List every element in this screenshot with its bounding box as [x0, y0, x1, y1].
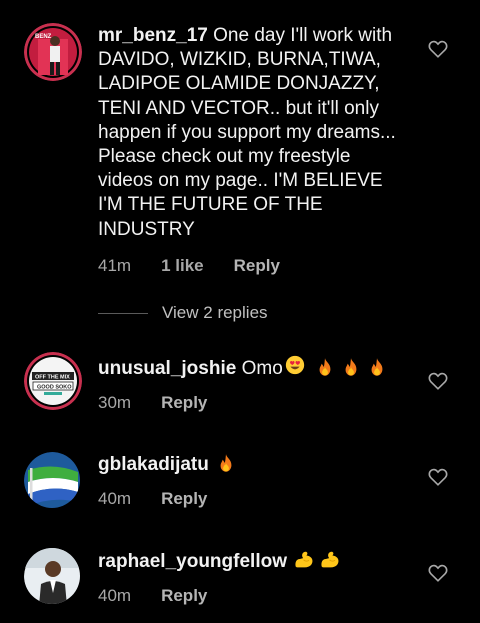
like-heart-icon[interactable]	[428, 40, 448, 58]
view-replies-label: View 2 replies	[162, 303, 268, 322]
comment-text: unusual_joshie Omo	[98, 355, 408, 381]
avatar[interactable]	[24, 548, 80, 604]
fire-emoji-icon	[216, 453, 236, 473]
username[interactable]: raphael_youngfellow	[98, 551, 287, 572]
timestamp: 40m	[98, 586, 132, 606]
comment-meta: 41m 1 like Reply	[98, 254, 408, 278]
timestamp: 30m	[98, 393, 132, 413]
flexed-biceps-emoji-icon	[320, 549, 344, 571]
comment-meta: 30m Reply	[98, 391, 408, 415]
fire-emoji-icon	[341, 357, 361, 377]
like-heart-icon[interactable]	[428, 468, 448, 486]
avatar[interactable]: BENZ	[24, 23, 82, 81]
fire-emoji-icon	[315, 357, 335, 377]
comment-text: gblakadijatu	[98, 453, 408, 477]
comment-body	[287, 551, 292, 572]
avatar-text-1: OFF THE MIX	[35, 375, 70, 381]
flexed-biceps-emoji-icon	[294, 549, 318, 571]
avatar[interactable]	[24, 452, 80, 508]
comment-body: Omo	[236, 358, 283, 379]
comment-meta: 40m Reply	[98, 487, 408, 511]
username[interactable]: unusual_joshie	[98, 358, 236, 379]
reply-button[interactable]: Reply	[161, 489, 207, 509]
like-heart-icon[interactable]	[428, 564, 448, 582]
comment-text: raphael_youngfellow	[98, 549, 408, 574]
like-heart-icon[interactable]	[428, 372, 448, 390]
comment-body	[209, 454, 214, 475]
comment-text: mr_benz_17 One day I'll work with DAVIDO…	[98, 24, 408, 242]
heart-eyes-emoji-icon	[285, 355, 309, 379]
username[interactable]: mr_benz_17	[98, 25, 208, 46]
comment-meta: 40m Reply	[98, 584, 408, 608]
avatar-text: BENZ	[35, 34, 52, 40]
avatar-text-2: GOOD SOKO	[37, 385, 72, 391]
reply-button[interactable]: Reply	[161, 393, 207, 413]
comment-body: One day I'll work with DAVIDO, WIZKID, B…	[98, 25, 396, 240]
fire-emoji-icon	[367, 357, 387, 377]
reply-button[interactable]: Reply	[234, 256, 280, 276]
like-count[interactable]: 1 like	[161, 256, 204, 276]
replies-divider	[98, 312, 148, 314]
reply-button[interactable]: Reply	[161, 586, 207, 606]
timestamp: 40m	[98, 489, 132, 509]
avatar[interactable]: OFF THE MIX GOOD SOKO	[24, 352, 82, 410]
username[interactable]: gblakadijatu	[98, 454, 209, 475]
timestamp: 41m	[98, 255, 132, 275]
view-replies-button[interactable]: View 2 replies	[98, 301, 268, 325]
